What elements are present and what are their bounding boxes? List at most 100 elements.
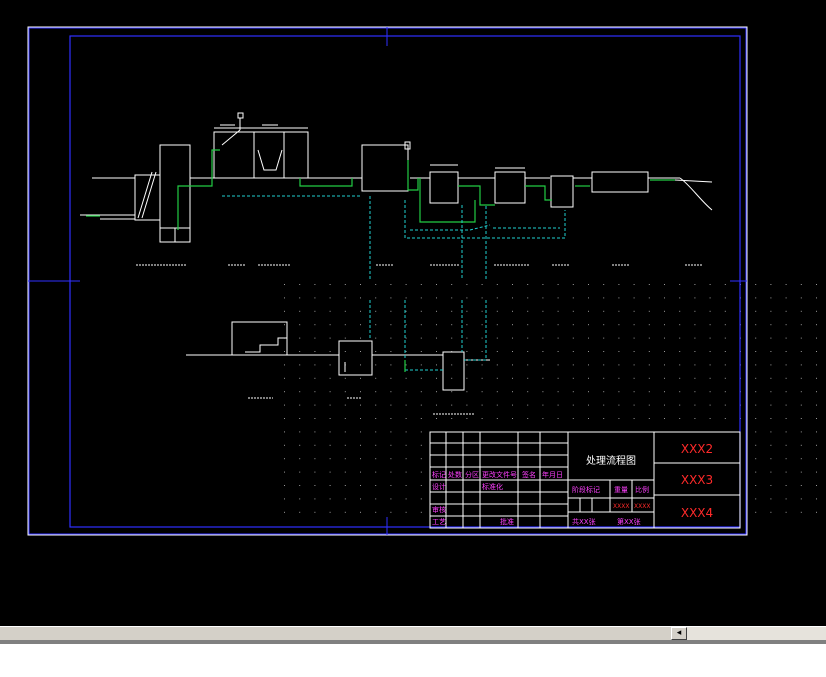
grid-dot bbox=[800, 444, 802, 446]
grid-dot bbox=[770, 377, 772, 379]
grid-dot bbox=[405, 391, 407, 393]
grid-dot bbox=[390, 444, 392, 446]
grid-dot bbox=[329, 391, 331, 393]
grid-dot bbox=[420, 297, 422, 299]
grid-dot bbox=[451, 418, 453, 419]
grid-dot bbox=[390, 404, 392, 406]
grid-dot bbox=[800, 471, 802, 473]
grid-dot bbox=[755, 391, 757, 393]
grid-dot bbox=[466, 391, 468, 393]
grid-dot bbox=[329, 364, 331, 366]
grid-dot bbox=[527, 364, 529, 366]
grid-dot bbox=[344, 337, 346, 339]
grid-dot bbox=[709, 418, 711, 419]
grid-dot bbox=[572, 418, 574, 419]
scroll-left-button[interactable]: ◂ bbox=[671, 627, 687, 640]
grid-dot bbox=[633, 284, 635, 285]
cad-drawing: 处理流程图 XXX2 XXX3 XXX4 标记 处数 分区 更改文件号 签名 年… bbox=[27, 26, 817, 536]
grid-dot bbox=[527, 351, 529, 352]
grid-dot bbox=[648, 418, 650, 419]
grid-dot bbox=[603, 337, 605, 339]
grid-dot bbox=[770, 458, 772, 460]
grid-dot bbox=[360, 498, 361, 500]
grid-dot bbox=[344, 324, 346, 326]
grid-dot bbox=[618, 297, 620, 299]
rev-header-mark: 标记 bbox=[432, 470, 446, 479]
grid-dot bbox=[314, 337, 316, 339]
horizontal-scrollbar[interactable]: ◂ bbox=[0, 626, 826, 640]
grid-dot bbox=[648, 364, 650, 366]
grid-dot bbox=[314, 351, 316, 352]
grid-dot bbox=[420, 404, 422, 406]
grid-dot bbox=[466, 337, 468, 339]
grid-dot bbox=[390, 498, 392, 500]
grid-dot bbox=[360, 391, 361, 393]
grid-dot bbox=[588, 284, 589, 285]
title-field-3: XXX4 bbox=[681, 506, 713, 520]
grid-dot bbox=[755, 351, 757, 352]
grid-dot bbox=[405, 351, 407, 352]
sheet-border bbox=[27, 26, 748, 536]
grid-dot bbox=[679, 377, 681, 379]
grid-dot bbox=[648, 284, 650, 285]
grid-dot bbox=[466, 377, 468, 379]
grid-dot bbox=[314, 377, 316, 379]
grid-dot bbox=[436, 364, 437, 366]
grid-dot bbox=[694, 377, 696, 379]
grid-dot bbox=[436, 297, 437, 299]
grid-dot bbox=[755, 297, 757, 299]
grid-dot bbox=[390, 391, 392, 393]
grid-dot bbox=[724, 310, 726, 312]
grid-dot bbox=[375, 431, 377, 433]
grid-dot bbox=[481, 324, 483, 326]
grid-dot bbox=[785, 444, 787, 446]
grid-dot bbox=[527, 310, 529, 312]
grid-dot bbox=[512, 364, 513, 366]
scroll-track[interactable] bbox=[687, 627, 826, 640]
grid-dot bbox=[664, 284, 665, 285]
grid-dot bbox=[451, 377, 453, 379]
sheet-border-blue bbox=[28, 27, 747, 535]
grid-dot bbox=[329, 404, 331, 406]
grid-dot bbox=[816, 310, 817, 312]
grid-dot bbox=[800, 377, 802, 379]
grid-dot bbox=[755, 444, 757, 446]
grid-dot bbox=[557, 284, 559, 285]
grid-dot bbox=[603, 364, 605, 366]
grid-dot bbox=[390, 471, 392, 473]
title-field-2: XXX3 bbox=[681, 473, 713, 487]
grid-dot bbox=[360, 351, 361, 352]
grid-dot bbox=[770, 297, 772, 299]
grid-dot bbox=[664, 337, 665, 339]
grid-dot bbox=[436, 377, 437, 379]
grid-dot bbox=[496, 391, 498, 393]
grid-dot bbox=[375, 485, 377, 486]
grid-dot bbox=[542, 297, 544, 299]
grid-dot bbox=[588, 418, 589, 419]
grid-dot bbox=[481, 337, 483, 339]
grid-dot bbox=[785, 351, 787, 352]
grid-dot bbox=[329, 418, 331, 419]
grid-dot bbox=[603, 418, 605, 419]
grid-dot bbox=[360, 471, 361, 473]
grid-dot bbox=[496, 297, 498, 299]
grid-dot bbox=[314, 324, 316, 326]
grid-dot bbox=[800, 458, 802, 460]
drawing-canvas[interactable]: 处理流程图 XXX2 XXX3 XXX4 标记 处数 分区 更改文件号 签名 年… bbox=[0, 0, 826, 626]
grid-dot bbox=[420, 471, 422, 473]
grid-dot bbox=[512, 391, 513, 393]
grid-dot bbox=[284, 458, 285, 460]
grid-dot bbox=[299, 485, 301, 486]
grid-dot bbox=[694, 297, 696, 299]
grid-dot bbox=[420, 485, 422, 486]
grid-dot bbox=[816, 324, 817, 326]
grid-dot bbox=[360, 310, 361, 312]
grid-dot bbox=[375, 284, 377, 285]
grid-dot bbox=[557, 391, 559, 393]
grid-dot bbox=[694, 324, 696, 326]
grid-dot bbox=[390, 284, 392, 285]
grid-dot bbox=[390, 351, 392, 352]
grid-dot bbox=[481, 391, 483, 393]
grid-dot bbox=[785, 337, 787, 339]
grid-dot bbox=[360, 444, 361, 446]
